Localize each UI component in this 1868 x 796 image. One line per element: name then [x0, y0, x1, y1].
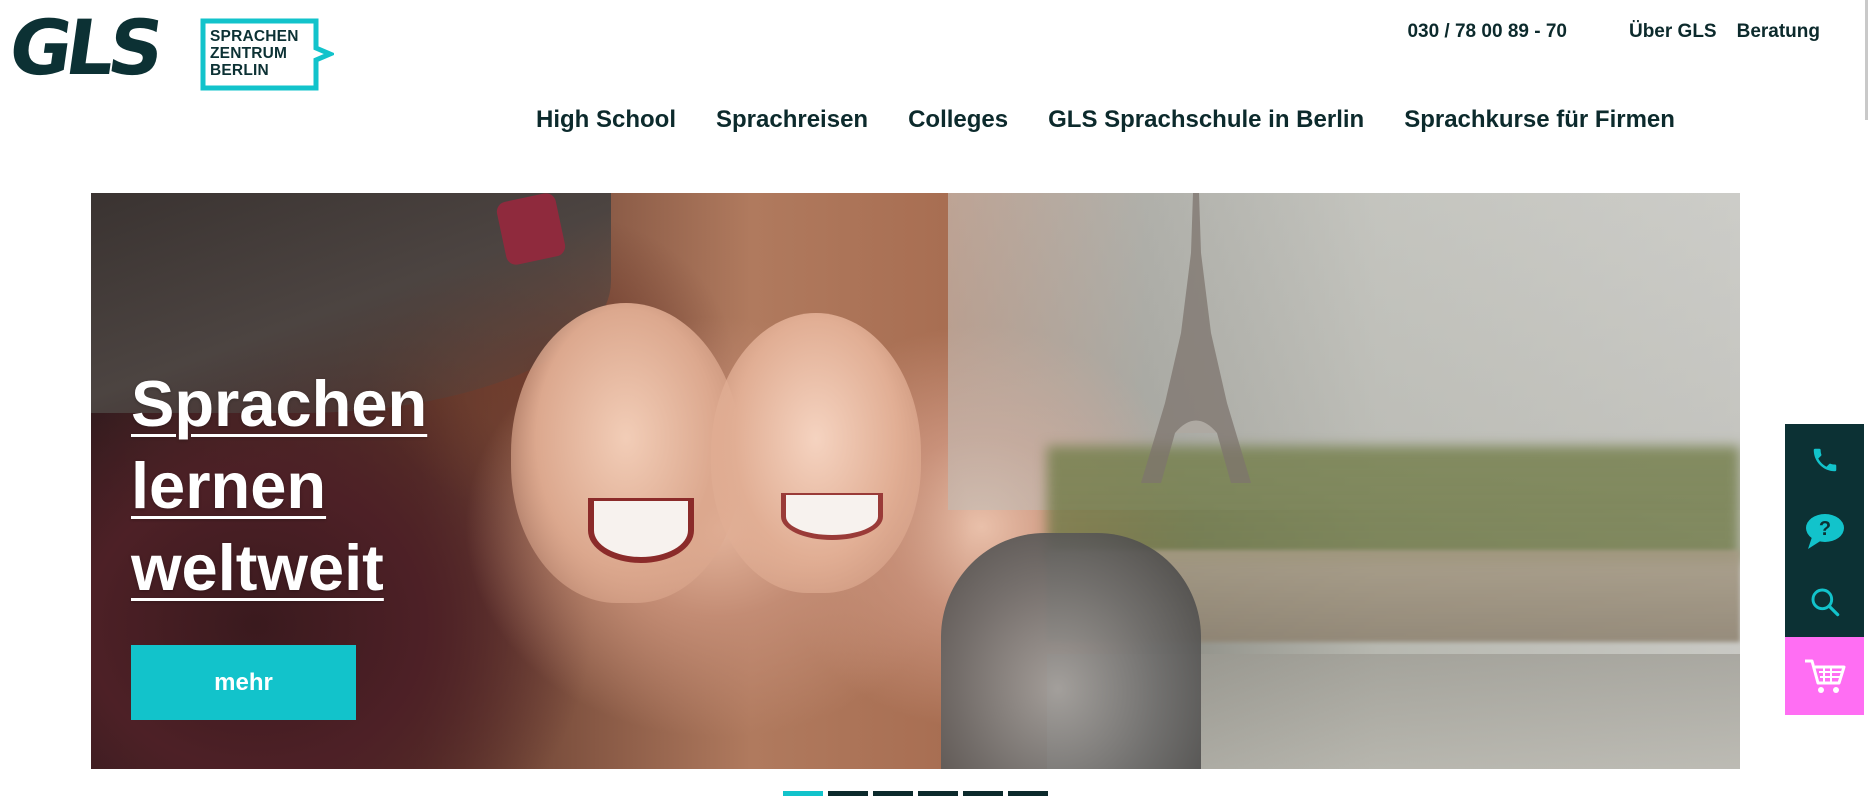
hero-photo-smile-left [588, 498, 694, 563]
logo-tag-line: SPRACHEN [210, 28, 299, 45]
call-button[interactable] [1785, 424, 1864, 495]
consulting-link[interactable]: Beratung [1737, 21, 1820, 43]
hero-title-line: Sprachen [131, 367, 428, 440]
help-chat-button[interactable]: ? [1785, 495, 1864, 566]
hero-title-line: lernen [131, 449, 327, 522]
search-icon [1811, 588, 1839, 616]
logo-wordmark: GLS [3, 3, 164, 92]
hero-more-button[interactable]: mehr [131, 645, 356, 720]
nav-item-gls-sprachschule[interactable]: GLS Sprachschule in Berlin [1048, 106, 1364, 134]
logo[interactable]: GLS SPRACHEN ZENTRUM BERLIN [4, 3, 340, 96]
phone-number-link[interactable]: 030 / 78 00 89 - 70 [1407, 21, 1567, 43]
sticky-action-bar: ? [1785, 424, 1864, 715]
question-chat-icon: ? [1805, 513, 1844, 549]
carousel-dot[interactable] [963, 791, 1003, 796]
carousel-dot[interactable] [1008, 791, 1048, 796]
top-utility-bar: 030 / 78 00 89 - 70 Über GLS Beratung [1407, 21, 1820, 43]
eiffel-tower-icon [1141, 193, 1251, 483]
logo-tag: SPRACHEN ZENTRUM BERLIN [200, 18, 334, 91]
carousel-dot[interactable] [873, 791, 913, 796]
nav-item-sprachkurse-firmen[interactable]: Sprachkurse für Firmen [1404, 106, 1675, 134]
hero-slider: Sprachen lernen weltweit mehr [91, 193, 1740, 769]
svg-text:?: ? [1818, 518, 1830, 540]
hero-photo-cuff [495, 193, 567, 267]
hero-photo-person-right [711, 313, 921, 593]
logo-tag-line: ZENTRUM [210, 45, 288, 62]
hero-title[interactable]: Sprachen lernen weltweit [131, 363, 427, 609]
carousel-indicators [783, 791, 1048, 796]
nav-item-high-school[interactable]: High School [536, 106, 676, 134]
hero-title-line: weltweit [131, 531, 384, 604]
carousel-dot[interactable] [828, 791, 868, 796]
carousel-dot[interactable] [918, 791, 958, 796]
logo-tag-text: SPRACHEN ZENTRUM BERLIN [210, 28, 299, 79]
cart-button[interactable] [1785, 637, 1864, 715]
about-gls-link[interactable]: Über GLS [1629, 21, 1717, 43]
search-button[interactable] [1785, 566, 1864, 637]
logo-tag-line: BERLIN [210, 62, 269, 79]
hero-photo-jacket [941, 533, 1201, 769]
nav-item-colleges[interactable]: Colleges [908, 106, 1008, 134]
carousel-dot[interactable] [783, 791, 823, 796]
hero-photo-smile-right [781, 493, 883, 540]
nav-item-sprachreisen[interactable]: Sprachreisen [716, 106, 868, 134]
cart-icon [1804, 659, 1845, 693]
main-navigation: High School Sprachreisen Colleges GLS Sp… [536, 106, 1675, 134]
phone-icon [1813, 448, 1836, 471]
